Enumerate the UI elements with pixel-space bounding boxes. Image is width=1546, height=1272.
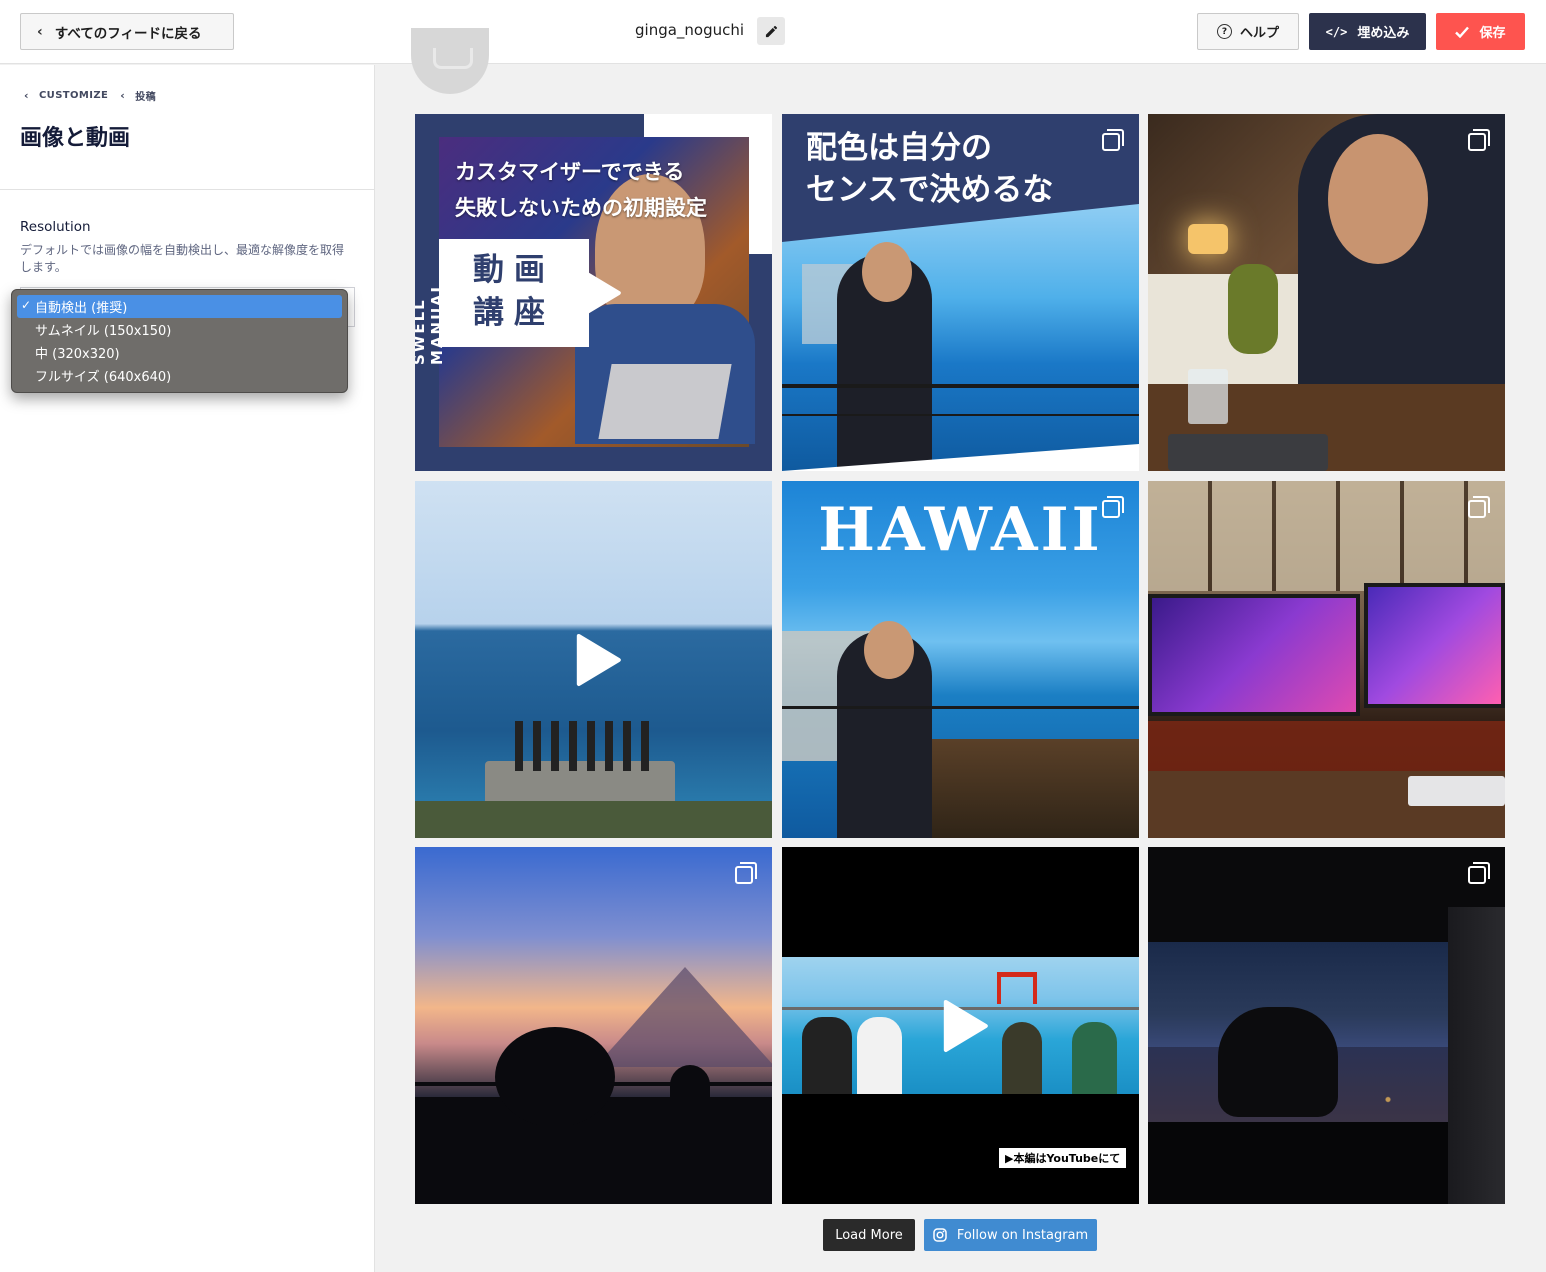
post-thumbnail[interactable] — [1148, 481, 1505, 838]
post-badge: 動画講座 — [473, 252, 555, 331]
post-thumbnail[interactable]: カスタマイザーでできる 失敗しないための初期設定 動画講座 SWELL MANU… — [415, 114, 772, 471]
breadcrumb: ‹ CUSTOMIZE ‹ 投稿 — [24, 88, 156, 103]
resolution-description: デフォルトでは画像の幅を自動検出し、最適な解像度を取得します。 — [20, 243, 345, 274]
save-label: 保存 — [1479, 26, 1506, 41]
question-icon: ? — [1216, 24, 1232, 39]
post-caption-line: ▶本編はYouTubeにて — [998, 1147, 1128, 1169]
checkmark-icon — [1455, 26, 1470, 38]
help-label: ヘルプ — [1239, 26, 1279, 41]
divider — [0, 189, 375, 190]
multi-image-icon — [1102, 129, 1124, 151]
post-side-text: SWELL MANUAL — [415, 281, 446, 365]
resolution-label: Resolution — [20, 219, 91, 235]
post-thumbnail[interactable] — [1148, 847, 1505, 1204]
breadcrumb-customize[interactable]: CUSTOMIZE — [39, 90, 108, 101]
follow-on-instagram-button[interactable]: Follow on Instagram — [924, 1219, 1097, 1251]
chevron-left-icon: ‹ — [37, 23, 43, 40]
edit-feed-name-button[interactable] — [757, 17, 785, 45]
resolution-option-thumbnail[interactable]: サムネイル (150x150) — [17, 318, 342, 341]
post-thumbnail[interactable] — [1148, 114, 1505, 471]
save-button[interactable]: 保存 — [1436, 13, 1525, 50]
play-icon — [943, 999, 988, 1052]
post-thumbnail[interactable] — [415, 481, 772, 838]
embed-label: 埋め込み — [1357, 26, 1410, 41]
post-caption-line: 失敗しないための初期設定 — [455, 196, 707, 220]
back-to-feeds-button[interactable]: ‹ すべてのフィードに戻る — [20, 13, 234, 50]
resolution-dropdown[interactable]: ✓ 自動検出 (推奨) サムネイル (150x150) 中 (320x320) … — [11, 289, 348, 393]
load-more-label: Load More — [835, 1227, 903, 1243]
customizer-sidebar: ‹ CUSTOMIZE ‹ 投稿 画像と動画 Resolution デフォルトで… — [0, 65, 375, 1272]
check-icon: ✓ — [21, 298, 32, 312]
post-thumbnail[interactable]: ▶本編はYouTubeにて — [782, 847, 1139, 1204]
post-caption-line: 配色は自分の — [806, 130, 992, 166]
top-bar: ‹ すべてのフィードに戻る ginga_noguchi ? ヘルプ </> 埋め… — [0, 0, 1546, 64]
post-thumbnail[interactable]: HAWAII — [782, 481, 1139, 838]
code-icon: </> — [1325, 24, 1348, 39]
section-title: 画像と動画 — [20, 126, 131, 151]
load-more-button[interactable]: Load More — [823, 1219, 915, 1251]
post-caption-line: カスタマイザーでできる — [455, 160, 685, 184]
resolution-option-medium[interactable]: 中 (320x320) — [17, 341, 342, 364]
instagram-icon — [933, 1228, 947, 1242]
post-thumbnail[interactable]: 配色は自分の センスで決めるな — [782, 114, 1139, 471]
multi-image-icon — [735, 862, 757, 884]
resolution-option-auto[interactable]: ✓ 自動検出 (推奨) — [17, 295, 342, 318]
post-caption-line: センスで決めるな — [806, 172, 1054, 208]
back-label: すべてのフィードに戻る — [54, 25, 202, 42]
follow-label: Follow on Instagram — [956, 1227, 1089, 1243]
profile-avatar — [411, 28, 489, 94]
post-caption-line: HAWAII — [818, 495, 1103, 565]
chevron-left-icon: ‹ — [24, 89, 29, 102]
resolution-option-full[interactable]: フルサイズ (640x640) — [17, 364, 342, 387]
multi-image-icon — [1102, 496, 1124, 518]
embed-button[interactable]: </> 埋め込み — [1309, 13, 1426, 50]
post-thumbnail[interactable] — [415, 847, 772, 1204]
breadcrumb-posts[interactable]: 投稿 — [135, 88, 156, 103]
pencil-icon — [765, 25, 777, 37]
multi-image-icon — [1468, 129, 1490, 151]
multi-image-icon — [1468, 862, 1490, 884]
help-button[interactable]: ? ヘルプ — [1197, 13, 1299, 50]
play-icon — [576, 266, 621, 319]
feed-name: ginga_noguchi — [635, 21, 745, 39]
play-icon — [576, 633, 621, 686]
multi-image-icon — [1468, 496, 1490, 518]
chevron-left-icon: ‹ — [120, 89, 126, 102]
